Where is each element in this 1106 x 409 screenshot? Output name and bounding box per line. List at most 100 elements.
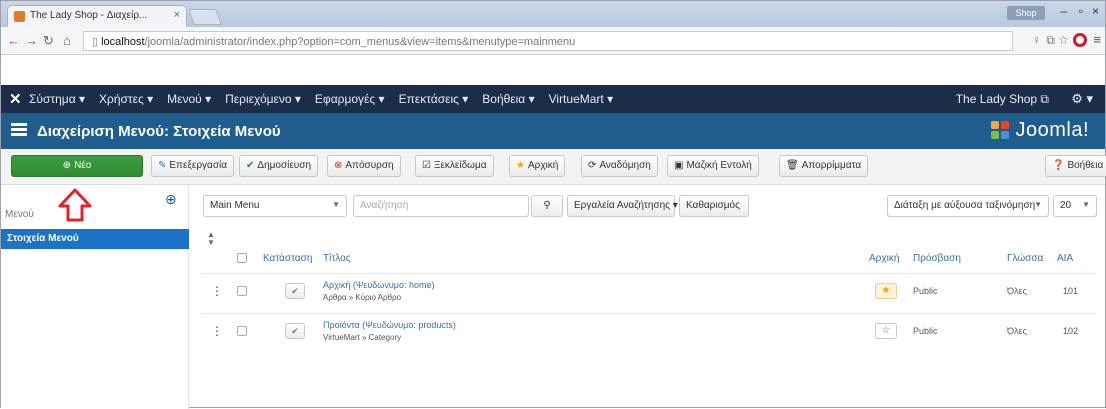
publish-button[interactable]: ✔ Δημοσίευση <box>239 155 319 177</box>
item-type: VirtueMart » Category <box>323 333 402 342</box>
menu-select[interactable]: Main Menu ▼ <box>203 195 347 217</box>
list-icon <box>11 123 27 137</box>
sidebar-item-menu-items[interactable]: Στοιχεία Μενού <box>1 229 189 249</box>
location-icon[interactable]: ♀ <box>1032 33 1041 47</box>
row-checkbox[interactable] <box>237 326 247 336</box>
drag-handle-icon[interactable]: ⋮ <box>211 284 223 298</box>
column-status[interactable]: Κατάσταση <box>263 253 312 264</box>
window-close-button[interactable]: × <box>1092 4 1099 18</box>
item-type: Άρθρα » Κύριο Άρθρο <box>323 293 402 302</box>
ordering-select[interactable]: Διάταξη με αύξουσα ταξινόμηση ▼ <box>887 195 1049 217</box>
search-placeholder: Αναζήτηση <box>360 200 409 211</box>
row-checkbox[interactable] <box>237 286 247 296</box>
search-button[interactable]: ⚲ <box>531 195 563 217</box>
column-home[interactable]: Αρχική <box>869 253 899 264</box>
browser-menu-icon[interactable]: ≡ <box>1093 32 1101 47</box>
tab-close-icon[interactable]: × <box>174 9 180 21</box>
reload-icon[interactable]: ↻ <box>43 33 54 49</box>
rebuild-button[interactable]: ⟳ Αναδόμηση <box>581 155 658 177</box>
unpublish-button[interactable]: ⊗ Απόσυρση <box>327 155 401 177</box>
select-all-checkbox[interactable] <box>237 253 247 263</box>
published-check-icon[interactable]: ✔ <box>285 323 305 339</box>
limit-select[interactable]: 20 ▼ <box>1053 195 1097 217</box>
refresh-icon: ⟳ <box>588 160 597 171</box>
sidebar: ⊕ Μενού Στοιχεία Μενού <box>1 185 189 409</box>
item-title-link[interactable]: Αρχική (Ψευδώνυμο: home) <box>323 280 434 290</box>
new-tab-button[interactable] <box>188 9 222 25</box>
search-input[interactable]: Αναζήτηση <box>353 195 529 217</box>
window-user-badge[interactable]: Shop <box>1007 6 1045 20</box>
check-icon: ✔ <box>246 160 255 171</box>
unpublish-button-label: Απόσυρση <box>345 160 394 171</box>
checkin-button[interactable]: ☑ Ξεκλείδωμα <box>415 155 494 177</box>
edit-button[interactable]: ✎ Επεξεργασία <box>151 155 234 177</box>
home-button-label: Αρχική <box>527 160 559 171</box>
batch-button[interactable]: ▣ Μαζική Εντολή <box>667 155 759 177</box>
forward-arrow-icon[interactable]: → <box>25 33 38 48</box>
window-minimize-button[interactable]: – <box>1060 4 1067 18</box>
page-icon: ▯ <box>92 36 102 48</box>
item-language: Όλες <box>1007 286 1027 296</box>
new-button-label: Νέο <box>74 160 92 171</box>
home-star-icon[interactable]: ★ <box>875 283 897 299</box>
window-maximize-button[interactable]: ▫ <box>1079 4 1083 18</box>
search-tools-button[interactable]: Εργαλεία Αναζήτησης ▾ <box>567 195 678 217</box>
ordering-select-value: Διάταξη με αύξουσα ταξινόμηση <box>894 200 1036 211</box>
item-id: 102 <box>1063 326 1079 336</box>
bookmark-star-icon[interactable]: ☆ <box>1058 33 1069 47</box>
page-title: Διαχείριση Μενού: Στοιχεία Μενού <box>37 123 281 140</box>
browser-tab[interactable]: The Lady Shop - Διαχείρ... × <box>7 5 187 27</box>
back-arrow-icon[interactable]: ← <box>7 33 20 48</box>
item-id: 101 <box>1063 286 1079 296</box>
search-icon: ⚲ <box>543 200 551 211</box>
plus-circle-icon: ⊕ <box>62 160 72 171</box>
help-button[interactable]: ❓ Βοήθεια <box>1045 155 1106 177</box>
address-bar[interactable]: ▯ localhost/joomla/administrator/index.p… <box>83 31 1013 51</box>
ordering-sort-icon[interactable]: ▲ ▼ <box>207 231 215 247</box>
item-title-link[interactable]: Προϊόντα (Ψευδώνυμο: products) <box>323 320 456 330</box>
home-default-button[interactable]: ★ Αρχική <box>509 155 566 177</box>
column-access[interactable]: Πρόσβαση <box>913 253 961 264</box>
joomla-small-logo-icon[interactable]: ✕ <box>9 90 22 108</box>
site-link[interactable]: The Lady Shop ⧉ <box>956 92 1049 107</box>
limit-select-value: 20 <box>1060 200 1072 211</box>
browser-window: The Lady Shop - Διαχείρ... × Shop – ▫ × … <box>0 0 1106 409</box>
column-id[interactable]: ΑΙΑ <box>1057 253 1073 264</box>
menu-virtuemart[interactable]: VirtueMart ▾ <box>549 92 614 106</box>
menu-components[interactable]: Εφαρμογές ▾ <box>315 92 385 106</box>
drag-handle-icon[interactable]: ⋮ <box>211 324 223 338</box>
published-check-icon[interactable]: ✔ <box>285 283 305 299</box>
batch-icon: ▣ <box>674 160 684 171</box>
column-title[interactable]: Τίτλος <box>323 253 351 264</box>
clear-button[interactable]: Καθαρισμός <box>679 195 749 217</box>
menu-menus[interactable]: Μενού ▾ <box>167 92 211 106</box>
sidebar-toggle-icon[interactable]: ⊕ <box>165 191 177 208</box>
chevron-down-icon: ▼ <box>1082 200 1090 209</box>
translate-icon[interactable]: ⧉ <box>1046 33 1055 48</box>
menu-extensions[interactable]: Επεκτάσεις ▾ <box>399 92 469 106</box>
new-button[interactable]: ⊕ Νέο <box>11 155 143 177</box>
menu-help[interactable]: Βοήθεια ▾ <box>482 92 534 106</box>
red-arrow-annotation-icon <box>58 188 92 222</box>
menu-select-value: Main Menu <box>210 200 260 211</box>
trash-button[interactable]: 🗑 Απορρίμματα <box>779 155 869 177</box>
column-language[interactable]: Γλώσσα <box>1007 253 1043 264</box>
joomla-favicon-icon <box>14 11 25 22</box>
user-gear-menu[interactable]: ⚙ ▾ <box>1071 91 1093 107</box>
opera-icon[interactable] <box>1073 33 1087 47</box>
edit-button-label: Επεξεργασία <box>169 160 227 171</box>
url-path: /joomla/administrator/index.php?option=c… <box>144 36 576 48</box>
menu-users[interactable]: Χρήστες ▾ <box>99 92 153 106</box>
home-icon[interactable]: ⌂ <box>63 33 71 48</box>
table-row[interactable]: ⋮ ✔ Αρχική (Ψευδώνυμο: home) Άρθρα » Κύρ… <box>201 273 1097 313</box>
browser-navbar: ← → ↻ ⌂ ▯ localhost/joomla/administrator… <box>1 27 1105 55</box>
checkbox-icon: ☑ <box>422 160 431 171</box>
joomla-logo: Joomla! <box>991 119 1089 142</box>
table-row[interactable]: ⋮ ✔ Προϊόντα (Ψευδώνυμο: products) Virtu… <box>201 313 1097 353</box>
sidebar-label-menus[interactable]: Μενού <box>5 209 34 220</box>
menu-system[interactable]: Σύστημα ▾ <box>29 92 85 106</box>
menu-content[interactable]: Περιεχόμενο ▾ <box>225 92 301 106</box>
publish-button-label: Δημοσίευση <box>257 160 312 171</box>
page-titlebar: Διαχείριση Μενού: Στοιχεία Μενού Joomla! <box>1 113 1105 149</box>
home-star-outline-icon[interactable]: ☆ <box>875 323 897 339</box>
